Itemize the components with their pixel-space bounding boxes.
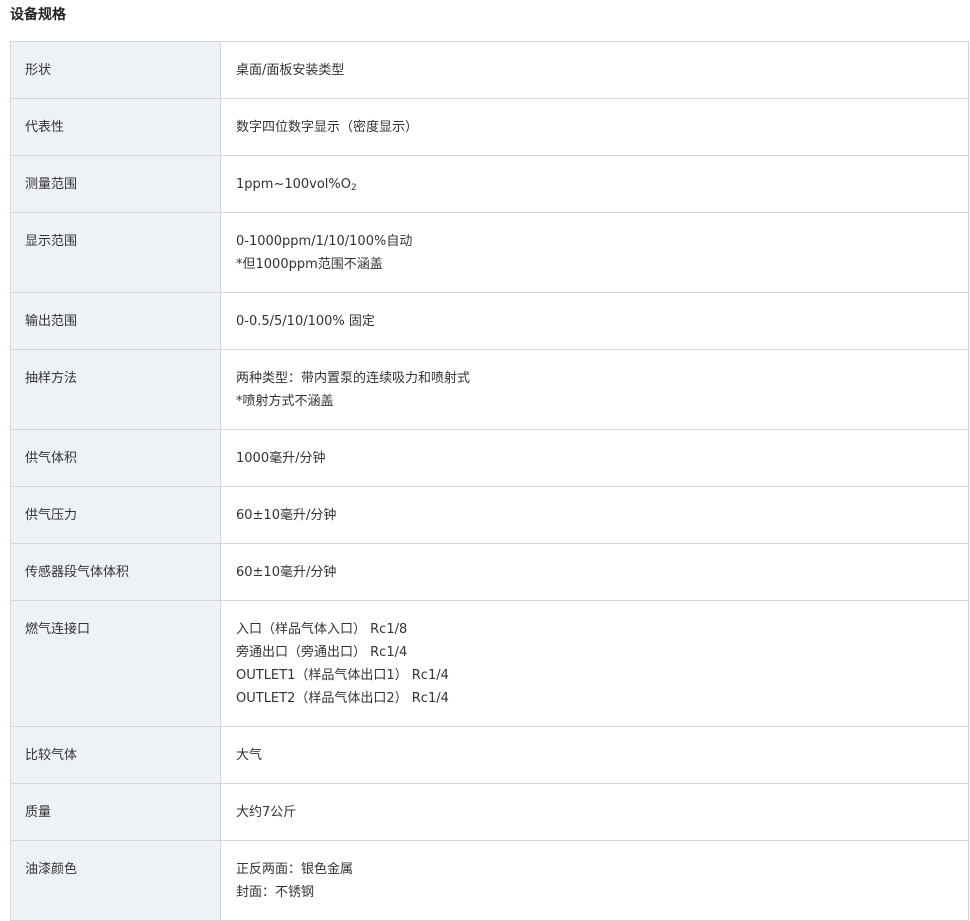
row-value: 1ppm~100vol%O2 <box>220 155 969 213</box>
table-row: 形状 桌面/面板安装类型 <box>10 41 969 99</box>
row-value: 大约7公斤 <box>220 783 969 841</box>
row-label: 输出范围 <box>10 292 221 350</box>
value-line: 大约7公斤 <box>236 805 297 820</box>
value-line: *喷射方式不涵盖 <box>236 394 334 409</box>
table-row: 比较气体 大气 <box>10 726 969 784</box>
row-label: 抽样方法 <box>10 349 221 430</box>
spec-table: 形状 桌面/面板安装类型 代表性 数字四位数字显示（密度显示） 测量范围 1pp… <box>10 41 969 921</box>
value-line: 两种类型：带内置泵的连续吸力和喷射式 <box>236 371 471 386</box>
row-label: 油漆颜色 <box>10 840 221 921</box>
row-value: 60±10毫升/分钟 <box>220 486 969 544</box>
table-row: 代表性 数字四位数字显示（密度显示） <box>10 98 969 156</box>
row-value: 正反两面：银色金属 封面：不锈钢 <box>220 840 969 921</box>
row-value: 0-1000ppm/1/10/100%自动 *但1000ppm范围不涵盖 <box>220 212 969 293</box>
row-value: 大气 <box>220 726 969 784</box>
row-value: 0-0.5/5/10/100% 固定 <box>220 292 969 350</box>
page-title: 设备规格 <box>10 7 66 23</box>
table-row: 供气体积 1000毫升/分钟 <box>10 429 969 487</box>
value-line: 60±10毫升/分钟 <box>236 508 337 523</box>
measurement-range-text: 1ppm~100vol%O <box>236 177 351 192</box>
table-row: 传感器段气体体积 60±10毫升/分钟 <box>10 543 969 601</box>
value-line: 1000毫升/分钟 <box>236 451 326 466</box>
value-line: 1ppm~100vol%O2 <box>236 173 954 196</box>
value-line: 数字四位数字显示（密度显示） <box>236 120 419 135</box>
value-line: 0-0.5/5/10/100% 固定 <box>236 314 375 329</box>
subscript-text: 2 <box>351 183 357 193</box>
row-value: 桌面/面板安装类型 <box>220 41 969 99</box>
row-label: 供气体积 <box>10 429 221 487</box>
row-value: 两种类型：带内置泵的连续吸力和喷射式 *喷射方式不涵盖 <box>220 349 969 430</box>
row-label: 显示范围 <box>10 212 221 293</box>
row-label: 供气压力 <box>10 486 221 544</box>
value-line: OUTLET1（样品气体出口1） Rc1/4 <box>236 668 449 683</box>
value-line: 0-1000ppm/1/10/100%自动 <box>236 234 413 249</box>
row-value: 1000毫升/分钟 <box>220 429 969 487</box>
value-line: 入口（样品气体入口） Rc1/8 <box>236 622 408 637</box>
value-line: 桌面/面板安装类型 <box>236 63 345 78</box>
table-row: 质量 大约7公斤 <box>10 783 969 841</box>
table-row: 显示范围 0-1000ppm/1/10/100%自动 *但1000ppm范围不涵… <box>10 212 969 293</box>
row-label: 质量 <box>10 783 221 841</box>
row-value: 60±10毫升/分钟 <box>220 543 969 601</box>
value-line: 大气 <box>236 748 263 763</box>
table-row: 供气压力 60±10毫升/分钟 <box>10 486 969 544</box>
row-label: 比较气体 <box>10 726 221 784</box>
value-line: 旁通出口（旁通出口） Rc1/4 <box>236 645 408 660</box>
row-label: 代表性 <box>10 98 221 156</box>
value-line: 60±10毫升/分钟 <box>236 565 337 580</box>
value-line: OUTLET2（样品气体出口2） Rc1/4 <box>236 691 449 706</box>
table-row: 测量范围 1ppm~100vol%O2 <box>10 155 969 213</box>
table-row: 燃气连接口 入口（样品气体入口） Rc1/8 旁通出口（旁通出口） Rc1/4 … <box>10 600 969 727</box>
row-label: 形状 <box>10 41 221 99</box>
table-row: 输出范围 0-0.5/5/10/100% 固定 <box>10 292 969 350</box>
value-line: *但1000ppm范围不涵盖 <box>236 257 383 272</box>
row-label: 测量范围 <box>10 155 221 213</box>
value-line: 封面：不锈钢 <box>236 885 315 900</box>
table-row: 抽样方法 两种类型：带内置泵的连续吸力和喷射式 *喷射方式不涵盖 <box>10 349 969 430</box>
row-value: 入口（样品气体入口） Rc1/8 旁通出口（旁通出口） Rc1/4 OUTLET… <box>220 600 969 727</box>
table-row: 油漆颜色 正反两面：银色金属 封面：不锈钢 <box>10 840 969 921</box>
row-label: 燃气连接口 <box>10 600 221 727</box>
row-value: 数字四位数字显示（密度显示） <box>220 98 969 156</box>
value-line: 正反两面：银色金属 <box>236 862 354 877</box>
row-label: 传感器段气体体积 <box>10 543 221 601</box>
